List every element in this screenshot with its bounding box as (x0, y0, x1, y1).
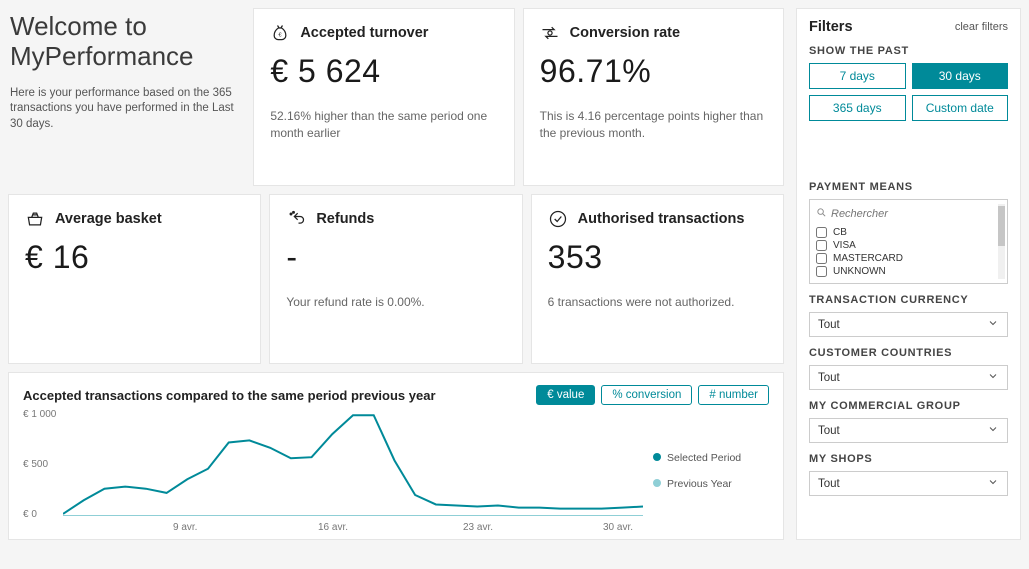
kpi-value: - (286, 239, 505, 276)
kpi-conversion-rate: Conversion rate 96.71% This is 4.16 perc… (523, 8, 784, 186)
kpi-value: € 5 624 (270, 53, 497, 90)
y-tick: € 500 (23, 459, 48, 470)
search-icon (816, 205, 827, 223)
title-line1: Welcome to (10, 11, 147, 41)
y-tick: € 0 (23, 509, 37, 520)
section-payment-means: PAYMENT MEANS (809, 181, 1008, 193)
section-shops: MY SHOPS (809, 453, 1008, 465)
period-30days[interactable]: 30 days (912, 63, 1009, 89)
check-circle-icon (548, 209, 568, 229)
x-tick: 23 avr. (463, 522, 493, 533)
legend-selected: Selected Period (653, 452, 741, 464)
page-title: Welcome to MyPerformance (10, 12, 237, 72)
kpi-value: € 16 (25, 239, 244, 276)
kpi-value: 96.71% (540, 53, 767, 90)
kpi-refunds: Refunds - Your refund rate is 0.00%. (269, 194, 522, 364)
tab-value[interactable]: € value (536, 385, 595, 405)
money-bag-icon: € (270, 23, 290, 43)
payment-means-option[interactable]: CB (816, 227, 1001, 238)
welcome-subtitle: Here is your performance based on the 36… (10, 86, 237, 133)
kpi-sub: 6 transactions were not authorized. (548, 294, 767, 311)
chart-legend: Selected Period Previous Year (643, 411, 741, 531)
section-show-past: SHOW THE PAST (809, 45, 1008, 57)
section-currency: TRANSACTION CURRENCY (809, 294, 1008, 306)
select-value: Tout (818, 478, 840, 490)
filters-title: Filters (809, 19, 853, 35)
option-label: UNKNOWN (833, 266, 886, 277)
scrollbar[interactable] (998, 204, 1005, 279)
kpi-accepted-turnover: € Accepted turnover € 5 624 52.16% highe… (253, 8, 514, 186)
x-tick: 30 avr. (603, 522, 633, 533)
kpi-sub: This is 4.16 percentage points higher th… (540, 108, 767, 142)
kpi-sub: 52.16% higher than the same period one m… (270, 108, 497, 142)
clear-filters-link[interactable]: clear filters (955, 21, 1008, 33)
checkbox[interactable] (816, 227, 827, 238)
kpi-value: 353 (548, 239, 767, 276)
conversion-icon (540, 23, 560, 43)
chart-area: € 1 000 € 500 € 0 9 avr. 16 avr. 23 avr.… (23, 411, 643, 531)
legend-previous: Previous Year (653, 478, 741, 490)
chart-panel: Accepted transactions compared to the sa… (8, 372, 784, 540)
tab-number[interactable]: # number (698, 385, 769, 405)
commercial-group-select[interactable]: Tout (809, 418, 1008, 443)
period-custom[interactable]: Custom date (912, 95, 1009, 121)
tab-conversion[interactable]: % conversion (601, 385, 692, 405)
section-countries: CUSTOMER COUNTRIES (809, 347, 1008, 359)
section-commercial-group: MY COMMERCIAL GROUP (809, 400, 1008, 412)
refund-icon (286, 209, 306, 229)
chart-tabs: € value % conversion # number (536, 385, 769, 405)
chevron-down-icon (987, 317, 999, 332)
select-value: Tout (818, 319, 840, 331)
chevron-down-icon (987, 370, 999, 385)
currency-select[interactable]: Tout (809, 312, 1008, 337)
basket-icon (25, 209, 45, 229)
select-value: Tout (818, 372, 840, 384)
period-buttons: 7 days 30 days 365 days Custom date (809, 63, 1008, 121)
checkbox[interactable] (816, 253, 827, 264)
welcome-panel: Welcome to MyPerformance Here is your pe… (8, 8, 245, 186)
payment-means-option[interactable]: UNKNOWN (816, 266, 1001, 277)
dot-icon (653, 453, 661, 461)
kpi-title: Authorised transactions (578, 211, 745, 227)
countries-select[interactable]: Tout (809, 365, 1008, 390)
option-label: CB (833, 227, 847, 238)
chart-title: Accepted transactions compared to the sa… (23, 388, 436, 403)
option-label: VISA (833, 240, 856, 251)
kpi-sub: Your refund rate is 0.00%. (286, 294, 505, 311)
option-label: MASTERCARD (833, 253, 903, 264)
kpi-title: Conversion rate (570, 25, 680, 41)
checkbox[interactable] (816, 240, 827, 251)
kpi-average-basket: Average basket € 16 (8, 194, 261, 364)
dot-icon (653, 479, 661, 487)
title-line2: MyPerformance (10, 41, 194, 71)
filters-panel: Filters clear filters SHOW THE PAST 7 da… (796, 8, 1021, 540)
payment-means-option[interactable]: VISA (816, 240, 1001, 251)
period-365days[interactable]: 365 days (809, 95, 906, 121)
y-tick: € 1 000 (23, 409, 56, 420)
checkbox[interactable] (816, 266, 827, 277)
payment-means-list: CB VISA MASTERCARD UNKNOWN (816, 227, 1001, 277)
x-tick: 9 avr. (173, 522, 197, 533)
period-7days[interactable]: 7 days (809, 63, 906, 89)
chevron-down-icon (987, 476, 999, 491)
kpi-title: Refunds (316, 211, 374, 227)
svg-text:€: € (279, 32, 283, 38)
select-value: Tout (818, 425, 840, 437)
payment-means-option[interactable]: MASTERCARD (816, 253, 1001, 264)
chart-svg (63, 411, 643, 516)
payment-means-box: CB VISA MASTERCARD UNKNOWN (809, 199, 1008, 284)
payment-means-search[interactable] (831, 208, 1001, 220)
chevron-down-icon (987, 423, 999, 438)
kpi-authorised-transactions: Authorised transactions 353 6 transactio… (531, 194, 784, 364)
shops-select[interactable]: Tout (809, 471, 1008, 496)
x-tick: 16 avr. (318, 522, 348, 533)
kpi-title: Accepted turnover (300, 25, 428, 41)
kpi-title: Average basket (55, 211, 162, 227)
